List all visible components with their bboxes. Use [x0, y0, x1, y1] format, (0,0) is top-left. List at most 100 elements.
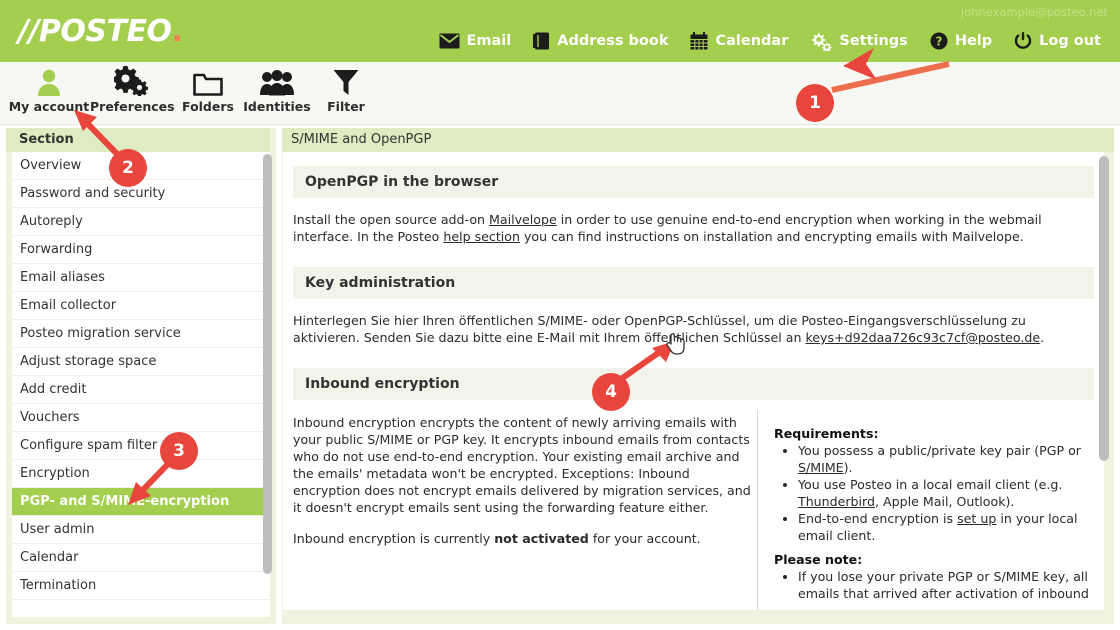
requirement-item: End-to-end encryption is set up in your … — [798, 511, 1089, 544]
logo-dot: . — [171, 14, 183, 49]
openpgp-text-1: Install the open source add-on — [293, 212, 490, 227]
nav-item-log-out[interactable]: Log out — [1003, 28, 1112, 54]
main-content-panel: S/MIME and OpenPGP OpenPGP in the browse… — [282, 128, 1114, 624]
requirements-heading-text: Requirements — [774, 426, 874, 441]
req-pre: End-to-end encryption is — [798, 511, 958, 526]
requirements-box: Requirements: You possess a public/priva… — [757, 410, 1097, 610]
question-mark-icon: ? — [930, 32, 948, 50]
settings-toolbar: My account Preferences Folders Identitie… — [0, 62, 1120, 125]
inbound-encryption-body: Inbound encryption encrypts the content … — [283, 410, 1104, 610]
sidebar-item-email-aliases[interactable]: Email aliases — [12, 264, 270, 292]
toolbar-item-filter[interactable]: Filter — [305, 66, 387, 114]
user-icon — [8, 66, 90, 96]
sidebar-item-posteo-migration-service[interactable]: Posteo migration service — [12, 320, 270, 348]
inbound-encryption-left-column: Inbound encryption encrypts the content … — [283, 410, 753, 610]
posteo-logo[interactable]: //POSTEO. — [18, 14, 183, 49]
sidebar-item-list: Overview Password and security Autoreply… — [12, 152, 270, 617]
envelope-icon — [439, 33, 460, 49]
sidebar-item-autoreply[interactable]: Autoreply — [12, 208, 270, 236]
please-note-list: If you lose your private PGP or S/MIME k… — [774, 569, 1089, 602]
page-title: S/MIME and OpenPGP — [282, 128, 1114, 152]
openpgp-section-heading: OpenPGP in the browser — [293, 166, 1094, 198]
sidebar-item-email-collector[interactable]: Email collector — [12, 292, 270, 320]
inbound-encryption-description: Inbound encryption encrypts the content … — [293, 415, 751, 515]
sidebar-item-adjust-storage-space[interactable]: Adjust storage space — [12, 348, 270, 376]
toolbar-label: Filter — [327, 99, 365, 114]
set-up-link[interactable]: set up — [957, 511, 996, 526]
sidebar-item-add-credit[interactable]: Add credit — [12, 376, 270, 404]
settings-sidebar: Section Overview Password and security A… — [6, 128, 276, 624]
help-section-link[interactable]: help section — [443, 229, 520, 244]
logo-text: //POSTEO — [18, 14, 172, 49]
nav-label: Settings — [839, 33, 908, 49]
key-admin-text-2: . — [1040, 330, 1045, 345]
nav-label: Help — [954, 33, 993, 49]
req-pre: You use Posteo in a local email client (… — [798, 477, 1063, 492]
nav-label: Calendar — [715, 33, 789, 49]
sidebar-item-pgp-and-smime-encryption[interactable]: PGP- and S/MIME-encryption — [12, 488, 270, 516]
requirements-heading: Requirements: — [774, 426, 1089, 441]
toolbar-label: Preferences — [90, 99, 175, 114]
funnel-icon — [305, 66, 387, 96]
gear-icon — [810, 32, 833, 51]
sidebar-item-calendar[interactable]: Calendar — [12, 544, 270, 572]
sidebar-item-forwarding[interactable]: Forwarding — [12, 236, 270, 264]
status-suffix: for your account. — [588, 531, 701, 546]
sidebar-item-overview[interactable]: Overview — [12, 152, 270, 180]
key-email-link[interactable]: keys+d92daa726c93c7cf@posteo.de — [805, 330, 1040, 345]
req-post: , Apple Mail, Outlook). — [875, 493, 1015, 509]
thunderbird-link[interactable]: Thunderbird — [798, 494, 875, 509]
nav-item-calendar[interactable]: Calendar — [679, 28, 799, 54]
openpgp-text-3: you can find instructions on installatio… — [519, 229, 1024, 244]
nav-label: Log out — [1039, 33, 1101, 49]
gears-icon — [90, 66, 172, 96]
sidebar-scrollbar[interactable] — [263, 154, 272, 614]
requirements-list: You possess a public/private key pair (P… — [774, 443, 1089, 544]
smime-link[interactable]: S/MIME — [798, 460, 844, 475]
inbound-encryption-status: Inbound encryption is currently not acti… — [293, 530, 753, 547]
main-scrollbar-thumb[interactable] — [1099, 156, 1109, 461]
nav-item-settings[interactable]: Settings — [799, 28, 918, 54]
nav-label: Address book — [557, 33, 669, 49]
req-post: ). — [843, 459, 853, 475]
openpgp-description: Install the open source add-on Mailvelop… — [293, 211, 1094, 245]
please-note-heading: Please note: — [774, 552, 1089, 567]
sidebar-item-encryption[interactable]: Encryption — [12, 460, 270, 488]
req-pre: You possess a public/private key pair (P… — [798, 443, 1081, 458]
account-email-label: johnexample@posteo.net — [960, 5, 1108, 19]
sidebar-item-vouchers[interactable]: Vouchers — [12, 404, 270, 432]
main-content-body: OpenPGP in the browser Install the open … — [283, 152, 1104, 610]
key-administration-description: Hinterlegen Sie hier Ihren öffentlichen … — [293, 312, 1094, 346]
sidebar-item-configure-spam-filter[interactable]: Configure spam filter — [12, 432, 270, 460]
sidebar-header: Section — [6, 128, 270, 152]
power-icon — [1014, 32, 1032, 50]
status-prefix: Inbound encryption is currently — [293, 531, 495, 546]
sidebar-scrollbar-thumb[interactable] — [263, 154, 272, 574]
nav-item-address-book[interactable]: Address book — [522, 28, 679, 54]
key-administration-heading: Key administration — [293, 267, 1094, 299]
nav-item-email[interactable]: Email — [428, 28, 523, 54]
inbound-encryption-heading: Inbound encryption — [293, 368, 1094, 400]
requirements-heading-colon: : — [873, 426, 879, 441]
svg-text:?: ? — [935, 35, 942, 49]
main-scrollbar[interactable] — [1099, 156, 1109, 608]
note-item: If you lose your private PGP or S/MIME k… — [798, 569, 1089, 602]
mailvelope-link[interactable]: Mailvelope — [489, 212, 557, 227]
requirement-item: You use Posteo in a local email client (… — [798, 477, 1089, 510]
toolbar-label: My account — [8, 99, 90, 114]
please-note-text: Please note — [774, 552, 858, 567]
toolbar-item-preferences[interactable]: Preferences — [90, 66, 175, 114]
please-note-colon: : — [857, 552, 863, 567]
toolbar-item-my-account[interactable]: My account — [8, 66, 90, 114]
sidebar-item-termination[interactable]: Termination — [12, 572, 270, 600]
requirement-item: You possess a public/private key pair (P… — [798, 443, 1089, 476]
address-book-icon — [533, 32, 550, 50]
top-header-bar: //POSTEO. johnexample@posteo.net Email A… — [0, 0, 1120, 62]
calendar-icon — [690, 32, 708, 50]
nav-label: Email — [466, 33, 512, 49]
top-navigation: Email Address book Calendar Settings ? H… — [428, 28, 1113, 54]
sidebar-item-user-admin[interactable]: User admin — [12, 516, 270, 544]
nav-item-help[interactable]: ? Help — [919, 28, 1003, 54]
status-badge: not activated — [494, 531, 589, 546]
sidebar-item-password-and-security[interactable]: Password and security — [12, 180, 270, 208]
